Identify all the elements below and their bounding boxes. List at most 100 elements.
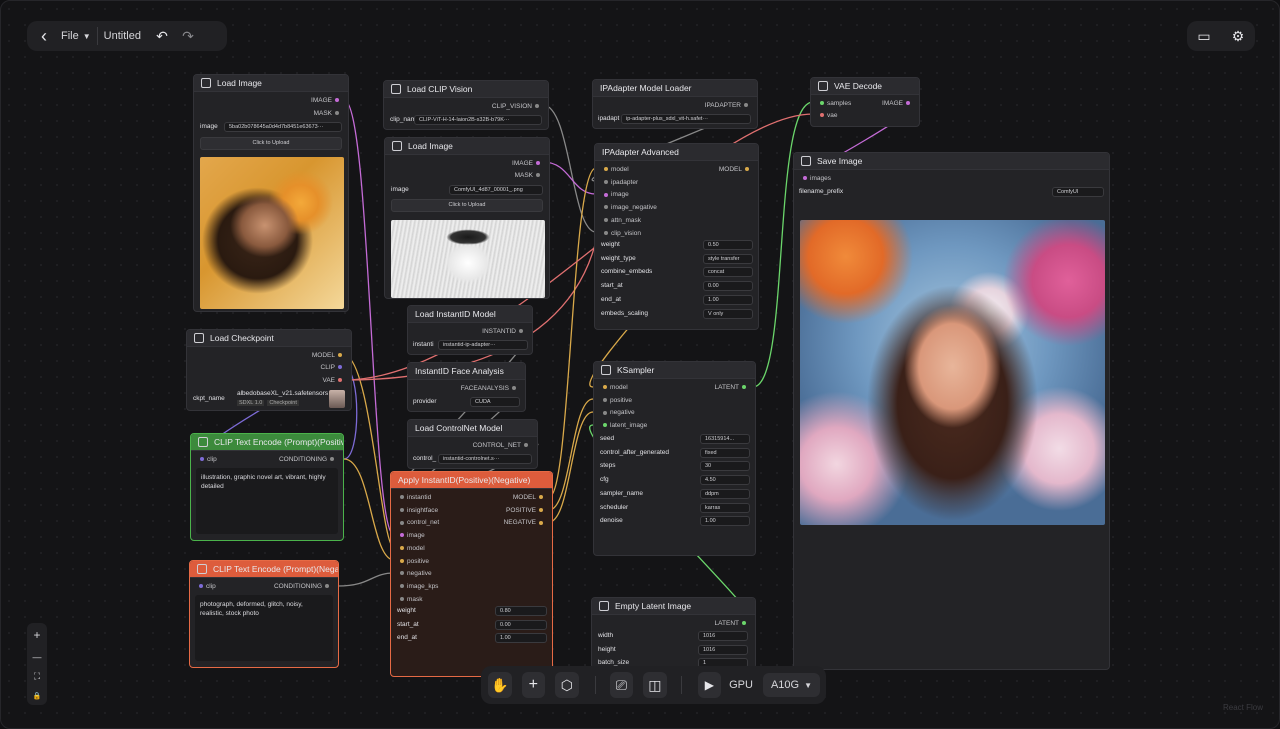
port-dot[interactable] xyxy=(803,176,807,181)
output-latent[interactable]: LATENT xyxy=(715,382,749,393)
node-header[interactable]: CLIP Text Encode (Prompt)(Negative) xyxy=(190,561,338,578)
node-face-analysis[interactable]: InstantID Face Analysis FACEANALYSIS pro… xyxy=(407,362,526,412)
node-apply-instantid[interactable]: Apply InstantID(Positive)(Negative) inst… xyxy=(390,471,553,677)
output-conditioning[interactable]: CONDITIONING xyxy=(274,581,332,592)
param-value-end-at[interactable]: 1.00 xyxy=(495,633,547,643)
upload-button[interactable]: Click to Upload xyxy=(200,137,342,150)
port-dot[interactable] xyxy=(400,571,404,576)
node-header[interactable]: IPAdapter Advanced xyxy=(595,144,758,161)
param-value-width[interactable]: 1016 xyxy=(698,631,748,641)
output-faceanalysis[interactable]: FACEANALYSIS xyxy=(461,383,519,394)
node-load-controlnet[interactable]: Load ControlNet Model CONTROL_NET contro… xyxy=(407,419,538,469)
port-dot[interactable] xyxy=(338,353,342,358)
input-clip-vision[interactable]: clip_vision xyxy=(601,228,641,239)
port-dot[interactable] xyxy=(603,385,607,390)
instantid-select[interactable]: instantid-ip-adapter··· xyxy=(438,340,528,350)
input-model[interactable]: model xyxy=(600,382,628,393)
node-ipadapter-loader[interactable]: IPAdapter Model Loader IPADAPTER ipadapt… xyxy=(592,79,758,129)
param-value-combine-embeds[interactable]: concat xyxy=(703,267,753,278)
input-image[interactable]: image xyxy=(397,530,425,541)
port-dot[interactable] xyxy=(400,533,404,538)
input-latent-image[interactable]: latent_image xyxy=(600,420,647,431)
port-dot[interactable] xyxy=(604,218,608,223)
node-header[interactable]: Empty Latent Image xyxy=(592,598,755,615)
param-value-cfg[interactable]: 4.50 xyxy=(700,475,750,486)
node-load-image-2[interactable]: Load Image IMAGE MASK image ComfyUI_4d87… xyxy=(384,137,550,299)
port-dot[interactable] xyxy=(742,621,746,626)
node-header[interactable]: InstantID Face Analysis xyxy=(408,363,525,380)
port-dot[interactable] xyxy=(603,397,607,402)
node-header[interactable]: KSampler xyxy=(594,362,755,379)
undo-button[interactable]: ↶ xyxy=(149,23,175,49)
output-latent[interactable]: LATENT xyxy=(715,618,749,629)
output-ipadapter[interactable]: IPADAPTER xyxy=(705,100,751,111)
node-header[interactable]: Save Image xyxy=(794,153,1109,170)
port-dot[interactable] xyxy=(539,520,543,525)
port-dot[interactable] xyxy=(603,423,607,428)
zoom-out-button[interactable]: — xyxy=(33,652,42,662)
port-dot[interactable] xyxy=(200,457,204,462)
param-value-height[interactable]: 1016 xyxy=(698,644,748,655)
document-title[interactable]: Untitled xyxy=(104,30,141,42)
output-mask[interactable]: MASK xyxy=(314,108,342,119)
input-negative[interactable]: negative xyxy=(600,407,635,418)
param-value-denoise[interactable]: 1.00 xyxy=(700,516,750,527)
param-value-embeds-scaling[interactable]: V only xyxy=(703,308,753,319)
controlnet-select[interactable]: instantid-controlnet.s··· xyxy=(438,454,532,464)
node-header[interactable]: Load CLIP Vision xyxy=(384,81,548,98)
port-dot[interactable] xyxy=(539,507,543,512)
layout-icon[interactable]: ◫ xyxy=(643,672,667,698)
image-select[interactable]: ComfyUI_4d87_00001_.png xyxy=(449,185,543,195)
lock-icon[interactable]: 🔒 xyxy=(33,692,42,700)
param-value-steps[interactable]: 30 xyxy=(700,461,750,472)
gear-icon[interactable]: ⚙ xyxy=(1225,23,1251,49)
node-header[interactable]: Load Image xyxy=(194,75,348,92)
input-attn-mask[interactable]: attn_mask xyxy=(601,215,641,226)
param-value-end-at[interactable]: 1.00 xyxy=(703,294,753,305)
input-image-kps[interactable]: image_kps xyxy=(397,581,438,592)
input-model[interactable]: model xyxy=(601,164,629,175)
checkpoint-name[interactable]: albedobaseXL_v21.safetensors xyxy=(237,390,328,397)
port-dot[interactable] xyxy=(400,546,404,551)
param-value-scheduler[interactable]: karras xyxy=(700,502,750,513)
input-image-negative[interactable]: image_negative xyxy=(601,202,657,213)
output-clip-vision[interactable]: CLIP_VISION xyxy=(492,101,542,112)
port-dot[interactable] xyxy=(603,410,607,415)
input-positive[interactable]: positive xyxy=(600,395,632,406)
port-dot[interactable] xyxy=(400,507,404,512)
port-dot[interactable] xyxy=(325,584,329,589)
input-clip[interactable]: clip xyxy=(197,454,217,465)
node-clip-negative[interactable]: CLIP Text Encode (Prompt)(Negative) clip… xyxy=(189,560,339,668)
port-dot[interactable] xyxy=(400,558,404,563)
output-control-net[interactable]: CONTROL_NET xyxy=(473,440,531,451)
output-mask[interactable]: MASK xyxy=(515,170,543,181)
node-header[interactable]: Load InstantID Model xyxy=(408,306,532,323)
port-dot[interactable] xyxy=(330,457,334,462)
hand-tool-button[interactable]: ✋ xyxy=(488,672,512,698)
port-dot[interactable] xyxy=(400,584,404,589)
port-dot[interactable] xyxy=(604,230,608,235)
param-value-sampler-name[interactable]: ddpm xyxy=(700,488,750,499)
node-header[interactable]: CLIP Text Encode (Prompt)(Positive) xyxy=(191,434,343,451)
node-load-checkpoint[interactable]: Load Checkpoint MODEL CLIP VAE ckpt_name… xyxy=(186,329,352,411)
node-ksampler[interactable]: KSampler LATENT model positive negative lat… xyxy=(593,361,756,556)
image-select[interactable]: 5ba02b078645a0d4d7b8451e63673··· xyxy=(224,122,342,132)
output-conditioning[interactable]: CONDITIONING xyxy=(279,454,337,465)
prompt-textarea[interactable]: photograph, deformed, glitch, noisy, rea… xyxy=(195,595,333,661)
input-negative[interactable]: negative xyxy=(397,568,432,579)
output-clip[interactable]: CLIP xyxy=(321,362,345,373)
param-value-weight-type[interactable]: style transfer xyxy=(703,253,753,264)
port-dot[interactable] xyxy=(400,495,404,500)
input-images[interactable]: images xyxy=(800,173,831,184)
output-vae[interactable]: VAE xyxy=(322,375,345,386)
port-dot[interactable] xyxy=(744,103,748,108)
ipadapter-select[interactable]: ip-adapter-plus_sdxl_vit-h.safet··· xyxy=(621,114,751,124)
output-model[interactable]: MODEL xyxy=(513,492,546,503)
cube-icon[interactable]: ⬡ xyxy=(555,672,579,698)
input-insightface[interactable]: insightface xyxy=(397,505,438,516)
clip-vision-select[interactable]: CLIP-ViT-H-14-laion2B-s32B-b79K··· xyxy=(414,115,542,125)
port-dot[interactable] xyxy=(338,365,342,370)
port-dot[interactable] xyxy=(742,385,746,390)
node-header[interactable]: Load ControlNet Model xyxy=(408,420,537,437)
param-value-start-at[interactable]: 0.00 xyxy=(495,619,547,630)
